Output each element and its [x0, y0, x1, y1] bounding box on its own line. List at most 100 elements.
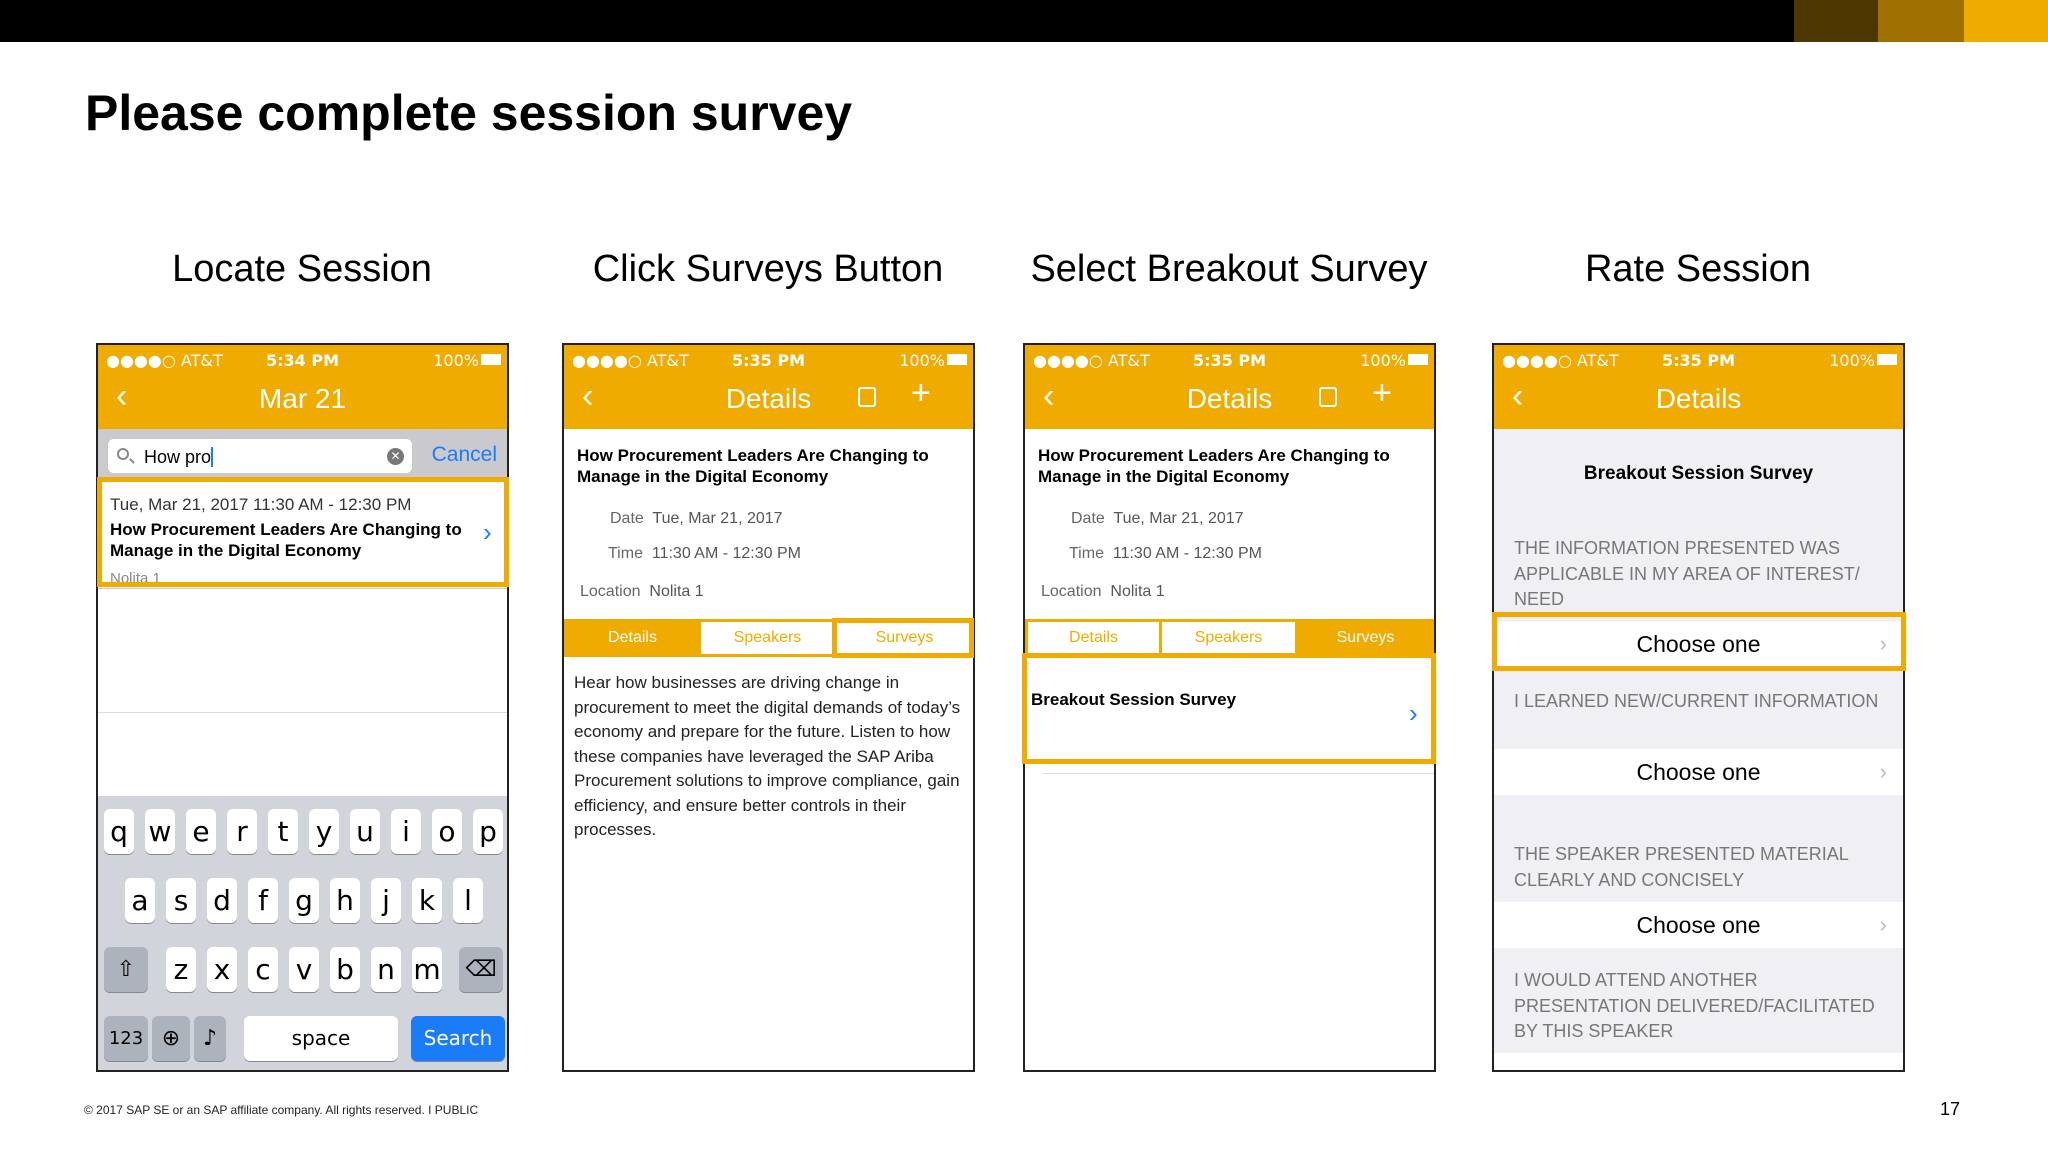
time-row: Time 11:30 AM - 12:30 PM — [1069, 545, 1262, 563]
status-bar: ●●●●○ AT&T 5:34 PM 100% — [98, 351, 507, 370]
key-x[interactable]: x — [207, 947, 237, 992]
session-description: Hear how businesses are driving change i… — [574, 673, 961, 839]
key-m[interactable]: m — [412, 947, 442, 992]
date-label: Date — [1071, 510, 1105, 527]
highlight-survey-item — [1022, 653, 1436, 764]
battery-percent: 100% — [433, 351, 479, 370]
date-row: Date Tue, Mar 21, 2017 — [1071, 510, 1244, 528]
phone-session-details: ●●●●○ AT&T 5:35 PM 100% ‹ Details + How … — [562, 343, 975, 1072]
location-label: Location — [580, 583, 641, 600]
phone-locate-session: ●●●●○ AT&T 5:34 PM 100% ‹ Mar 21 How pro… — [96, 343, 509, 1072]
key-p[interactable]: p — [473, 809, 503, 854]
cancel-button[interactable]: Cancel — [432, 443, 497, 467]
date-row: Date Tue, Mar 21, 2017 — [610, 510, 783, 528]
tab-speakers[interactable]: Speakers — [1162, 622, 1295, 654]
battery-percent: 100% — [1360, 351, 1406, 370]
question-4: I WOULD ATTEND ANOTHER PRESENTATION DELI… — [1514, 970, 1875, 1041]
choose-one-3[interactable]: Choose one › — [1494, 902, 1903, 948]
key-w[interactable]: w — [145, 809, 175, 854]
search-key[interactable]: Search — [411, 1016, 505, 1061]
clear-icon[interactable]: ✕ — [387, 448, 404, 465]
key-u[interactable]: u — [350, 809, 380, 854]
step-label-surveys: Click Surveys Button — [592, 248, 944, 290]
chevron-right-icon: › — [1879, 759, 1887, 784]
nav-bar: ●●●●○ AT&T 5:35 PM 100% ‹ Details + — [1025, 345, 1434, 429]
key-o[interactable]: o — [432, 809, 462, 854]
key-h[interactable]: h — [330, 878, 360, 923]
choose-one-4[interactable] — [1494, 1053, 1903, 1070]
step-label-rate: Rate Session — [1584, 248, 1811, 290]
footer-copyright: © 2017 SAP SE or an SAP affiliate compan… — [84, 1103, 479, 1117]
key-n[interactable]: n — [371, 947, 401, 992]
time-row: Time 11:30 AM - 12:30 PM — [608, 545, 801, 563]
note-icon[interactable] — [1319, 387, 1337, 407]
question-2: I LEARNED NEW/CURRENT INFORMATION — [1514, 691, 1879, 711]
search-query: How pro — [144, 447, 212, 467]
globe-icon[interactable]: ⊕ — [152, 1016, 190, 1061]
question-3: THE SPEAKER PRESENTED MATERIAL CLEARLY A… — [1514, 844, 1849, 890]
date-value: Tue, Mar 21, 2017 — [1113, 510, 1244, 527]
survey-heading: Breakout Session Survey — [1583, 463, 1814, 484]
key-i[interactable]: i — [391, 809, 421, 854]
time-value: 11:30 AM - 12:30 PM — [1112, 545, 1262, 562]
search-input[interactable]: How pro ✕ — [108, 439, 412, 473]
key-f[interactable]: f — [248, 878, 278, 923]
battery-icon — [1877, 354, 1897, 365]
question-1: THE INFORMATION PRESENTED WAS APPLICABLE… — [1514, 538, 1860, 609]
key-d[interactable]: d — [207, 878, 237, 923]
space-key[interactable]: space — [244, 1016, 398, 1061]
status-bar: ●●●●○ AT&T 5:35 PM 100% — [1025, 351, 1434, 370]
key-r[interactable]: r — [227, 809, 257, 854]
microphone-icon[interactable]: ♪ — [194, 1016, 226, 1061]
time-label: Time — [1069, 545, 1104, 562]
slide-title: Please complete session survey — [85, 85, 853, 141]
tab-details[interactable]: Details — [1028, 622, 1159, 654]
top-bar-swatch-mid — [1878, 0, 1964, 42]
note-icon[interactable] — [858, 387, 876, 407]
choose-one-2[interactable]: Choose one › — [1494, 749, 1903, 795]
status-bar: ●●●●○ AT&T 5:35 PM 100% — [1494, 351, 1903, 370]
key-q[interactable]: q — [104, 809, 134, 854]
choose-one-label: Choose one — [1636, 759, 1761, 785]
chevron-right-icon: › — [1879, 912, 1887, 937]
nav-bar: ●●●●○ AT&T 5:35 PM 100% ‹ Details — [1494, 345, 1903, 429]
key-j[interactable]: j — [371, 878, 401, 923]
tab-speakers[interactable]: Speakers — [701, 622, 834, 654]
key-v[interactable]: v — [289, 947, 319, 992]
key-k[interactable]: k — [412, 878, 442, 923]
plus-icon[interactable]: + — [911, 376, 931, 410]
battery-icon — [481, 354, 501, 365]
key-a[interactable]: a — [125, 878, 155, 923]
shift-icon[interactable]: ⇧ — [104, 947, 148, 992]
nav-title: Details — [1655, 383, 1742, 414]
key-s[interactable]: s — [166, 878, 196, 923]
key-g[interactable]: g — [289, 878, 319, 923]
key-l[interactable]: l — [453, 878, 483, 923]
numbers-key[interactable]: 123 — [104, 1016, 148, 1061]
key-z[interactable]: z — [166, 947, 196, 992]
location-label: Location — [1041, 583, 1102, 600]
highlight-search-result — [97, 477, 509, 587]
date-label: Date — [610, 510, 644, 527]
tab-surveys[interactable]: Surveys — [1298, 622, 1433, 654]
tab-details[interactable]: Details — [567, 622, 698, 654]
highlight-choose-one — [1492, 612, 1906, 671]
event-title: How Procurement Leaders Are Changing to … — [1038, 446, 1390, 486]
search-bar: How pro ✕ Cancel — [98, 429, 507, 481]
location-value: Nolita 1 — [649, 583, 704, 600]
top-bar-swatch-gold — [1964, 0, 2048, 42]
segmented-tabs: Details Speakers Surveys — [1025, 619, 1434, 657]
key-y[interactable]: y — [309, 809, 339, 854]
highlight-surveys-tab — [832, 618, 974, 658]
key-t[interactable]: t — [268, 809, 298, 854]
key-b[interactable]: b — [330, 947, 360, 992]
backspace-icon[interactable]: ⌫ — [459, 947, 503, 992]
date-value: Tue, Mar 21, 2017 — [652, 510, 783, 527]
plus-icon[interactable]: + — [1372, 376, 1392, 410]
search-icon — [117, 448, 129, 460]
battery-percent: 100% — [1829, 351, 1875, 370]
location-row: Location Nolita 1 — [580, 583, 704, 601]
key-c[interactable]: c — [248, 947, 278, 992]
key-e[interactable]: e — [186, 809, 216, 854]
nav-bar: ●●●●○ AT&T 5:35 PM 100% ‹ Details + — [564, 345, 973, 429]
